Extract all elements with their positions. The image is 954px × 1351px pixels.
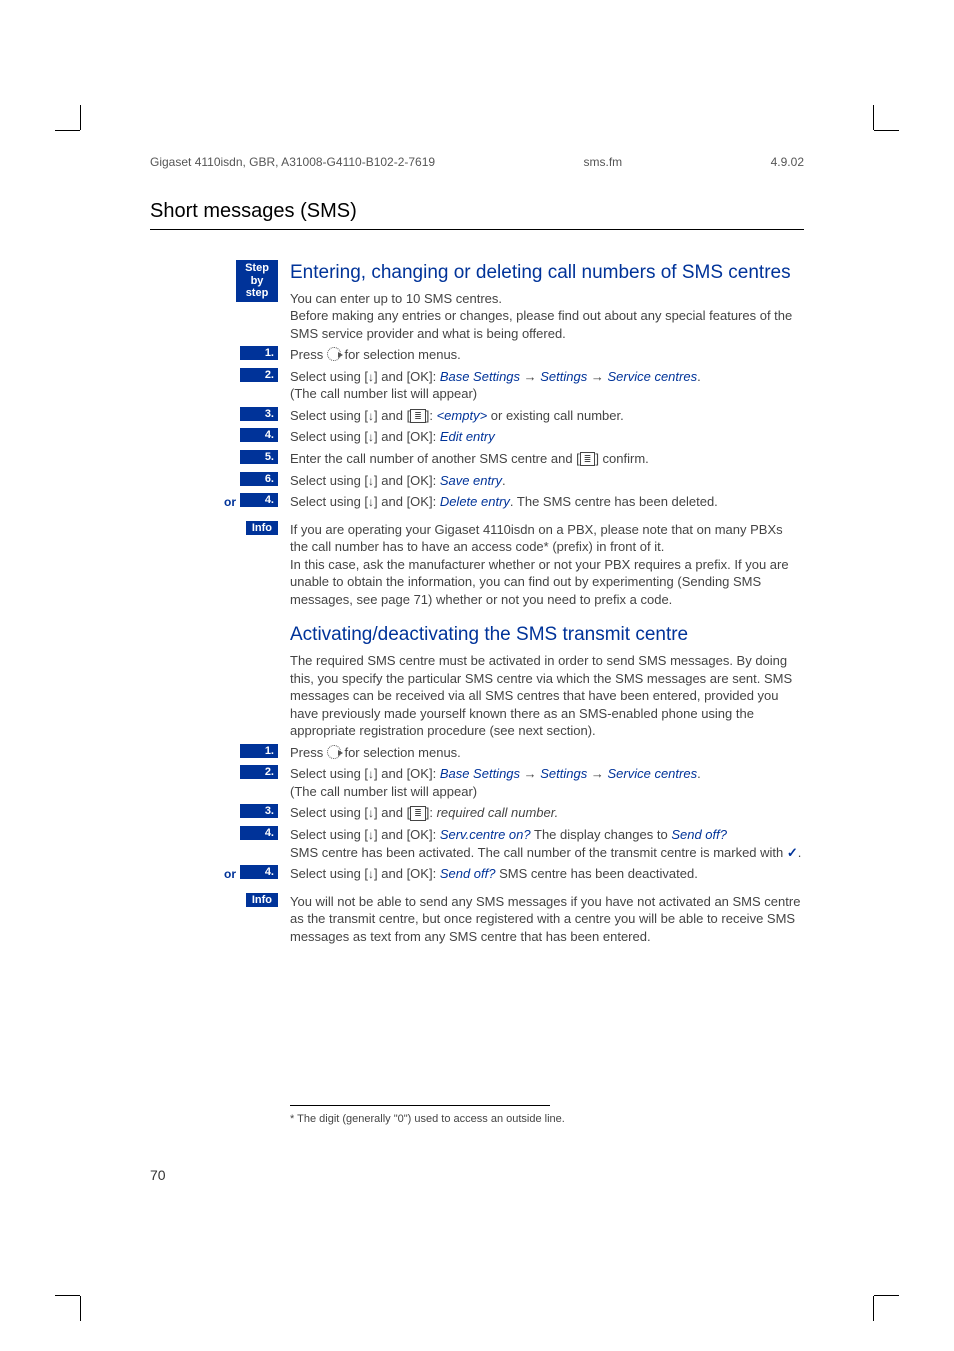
list-icon: ≣ bbox=[410, 409, 426, 423]
step-by-step-badge: Step by step bbox=[236, 260, 278, 302]
dial-icon bbox=[327, 745, 341, 759]
page-number: 70 bbox=[150, 1167, 804, 1183]
step-text: Select using [↓] and [OK]: Base Settings… bbox=[290, 765, 804, 800]
heading-activating: Activating/deactivating the SMS transmit… bbox=[290, 622, 804, 648]
info-badge: Info bbox=[246, 893, 278, 907]
step-text: Press for selection menus. bbox=[290, 346, 804, 364]
step-num: 1. bbox=[240, 744, 278, 758]
heading-entering: Entering, changing or deleting call numb… bbox=[290, 260, 804, 286]
intro-1: You can enter up to 10 SMS centres. Befo… bbox=[290, 290, 804, 343]
header-left: Gigaset 4110isdn, GBR, A31008-G4110-B102… bbox=[150, 155, 435, 169]
list-icon: ≣ bbox=[410, 806, 426, 820]
step-text: Select using [↓] and [≣]: <empty> or exi… bbox=[290, 407, 804, 425]
step-num: 6. bbox=[240, 472, 278, 486]
step-num: 1. bbox=[240, 346, 278, 360]
header-mid: sms.fm bbox=[584, 155, 623, 169]
step-text: Select using [↓] and [OK]: Save entry. bbox=[290, 472, 804, 490]
step-num: 2. bbox=[240, 765, 278, 779]
step-num: 2. bbox=[240, 368, 278, 382]
header-line: Gigaset 4110isdn, GBR, A31008-G4110-B102… bbox=[150, 155, 804, 169]
info-text: If you are operating your Gigaset 4110is… bbox=[290, 521, 804, 609]
step-num: 3. bbox=[240, 407, 278, 421]
step-num: 4. bbox=[240, 865, 278, 879]
step-text: Select using [↓] and [OK]: Edit entry bbox=[290, 428, 804, 446]
step-num: 5. bbox=[240, 450, 278, 464]
check-icon: ✓ bbox=[787, 845, 798, 860]
step-text: Press for selection menus. bbox=[290, 744, 804, 762]
step-num: 4. bbox=[240, 493, 278, 507]
intro-2: The required SMS centre must be activate… bbox=[290, 652, 804, 740]
step-text: Select using [↓] and [OK]: Send off? SMS… bbox=[290, 865, 804, 883]
or-label: or bbox=[224, 867, 236, 881]
dial-icon bbox=[327, 347, 341, 361]
step-num: 4. bbox=[240, 826, 278, 840]
header-right: 4.9.02 bbox=[771, 155, 804, 169]
info-text: You will not be able to send any SMS mes… bbox=[290, 893, 804, 946]
section-title: Short messages (SMS) bbox=[150, 200, 804, 230]
step-text: Enter the call number of another SMS cen… bbox=[290, 450, 804, 468]
step-text: Select using [↓] and [OK]: Serv.centre o… bbox=[290, 826, 804, 861]
list-icon: ≣ bbox=[580, 452, 596, 466]
footnote: * The digit (generally "0") used to acce… bbox=[290, 1112, 804, 1127]
footnote-rule bbox=[290, 1105, 550, 1106]
step-num: 4. bbox=[240, 428, 278, 442]
step-text: Select using [↓] and [≣]: required call … bbox=[290, 804, 804, 822]
step-text: Select using [↓] and [OK]: Delete entry.… bbox=[290, 493, 804, 511]
info-badge: Info bbox=[246, 521, 278, 535]
step-num: 3. bbox=[240, 804, 278, 818]
or-label: or bbox=[224, 495, 236, 509]
step-text: Select using [↓] and [OK]: Base Settings… bbox=[290, 368, 804, 403]
